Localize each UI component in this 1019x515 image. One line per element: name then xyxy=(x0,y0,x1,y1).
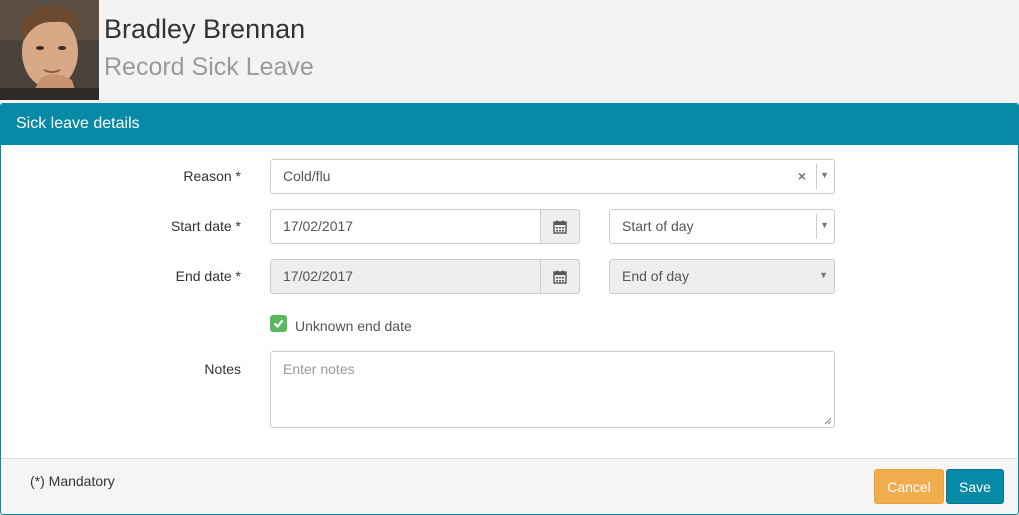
start-date-label: Start date * xyxy=(170,218,241,234)
end-date-value: 17/02/2017 xyxy=(283,268,354,284)
unknown-end-date-label[interactable]: Unknown end date xyxy=(295,318,412,334)
save-button[interactable]: Save xyxy=(946,469,1004,504)
resize-handle-icon[interactable] xyxy=(824,417,832,425)
end-time-select[interactable]: End of day ▼ xyxy=(609,259,835,294)
chevron-down-icon[interactable]: ▼ xyxy=(820,220,829,230)
notes-textarea[interactable]: Enter notes xyxy=(270,351,835,428)
end-date-input[interactable]: 17/02/2017 xyxy=(270,259,541,294)
page-header: Bradley Brennan Record Sick Leave xyxy=(0,0,1019,100)
select-divider xyxy=(816,164,817,189)
clear-icon[interactable]: × xyxy=(798,168,806,184)
cancel-button[interactable]: Cancel xyxy=(874,469,944,504)
chevron-down-icon[interactable]: ▼ xyxy=(820,170,829,180)
chevron-down-icon[interactable]: ▼ xyxy=(819,270,828,280)
start-date-calendar-button[interactable] xyxy=(540,209,580,244)
notes-placeholder: Enter notes xyxy=(283,361,355,377)
mandatory-note: (*) Mandatory xyxy=(30,473,115,489)
start-date-value: 17/02/2017 xyxy=(283,218,354,234)
sick-leave-panel: Sick leave details Reason * Cold/flu × ▼… xyxy=(0,103,1019,515)
reason-value: Cold/flu xyxy=(283,168,331,184)
notes-label: Notes xyxy=(204,361,241,377)
end-date-label: End date * xyxy=(175,268,241,284)
start-time-select[interactable]: Start of day ▼ xyxy=(609,209,835,244)
end-date-calendar-button[interactable] xyxy=(540,259,580,294)
end-time-value: End of day xyxy=(622,268,689,284)
start-date-input[interactable]: 17/02/2017 xyxy=(270,209,541,244)
reason-select[interactable]: Cold/flu × ▼ xyxy=(270,159,835,194)
select-divider xyxy=(816,214,817,239)
unknown-end-date-checkbox[interactable] xyxy=(270,315,287,332)
calendar-icon xyxy=(553,270,567,284)
panel-title: Sick leave details xyxy=(1,104,1018,145)
avatar xyxy=(0,0,99,100)
calendar-icon xyxy=(553,220,567,234)
panel-footer: (*) Mandatory Cancel Save xyxy=(1,458,1018,514)
reason-label: Reason * xyxy=(183,168,241,184)
check-icon xyxy=(273,319,284,329)
person-name: Bradley Brennan xyxy=(104,14,306,44)
page-title: Record Sick Leave xyxy=(104,53,314,81)
start-time-value: Start of day xyxy=(622,218,694,234)
